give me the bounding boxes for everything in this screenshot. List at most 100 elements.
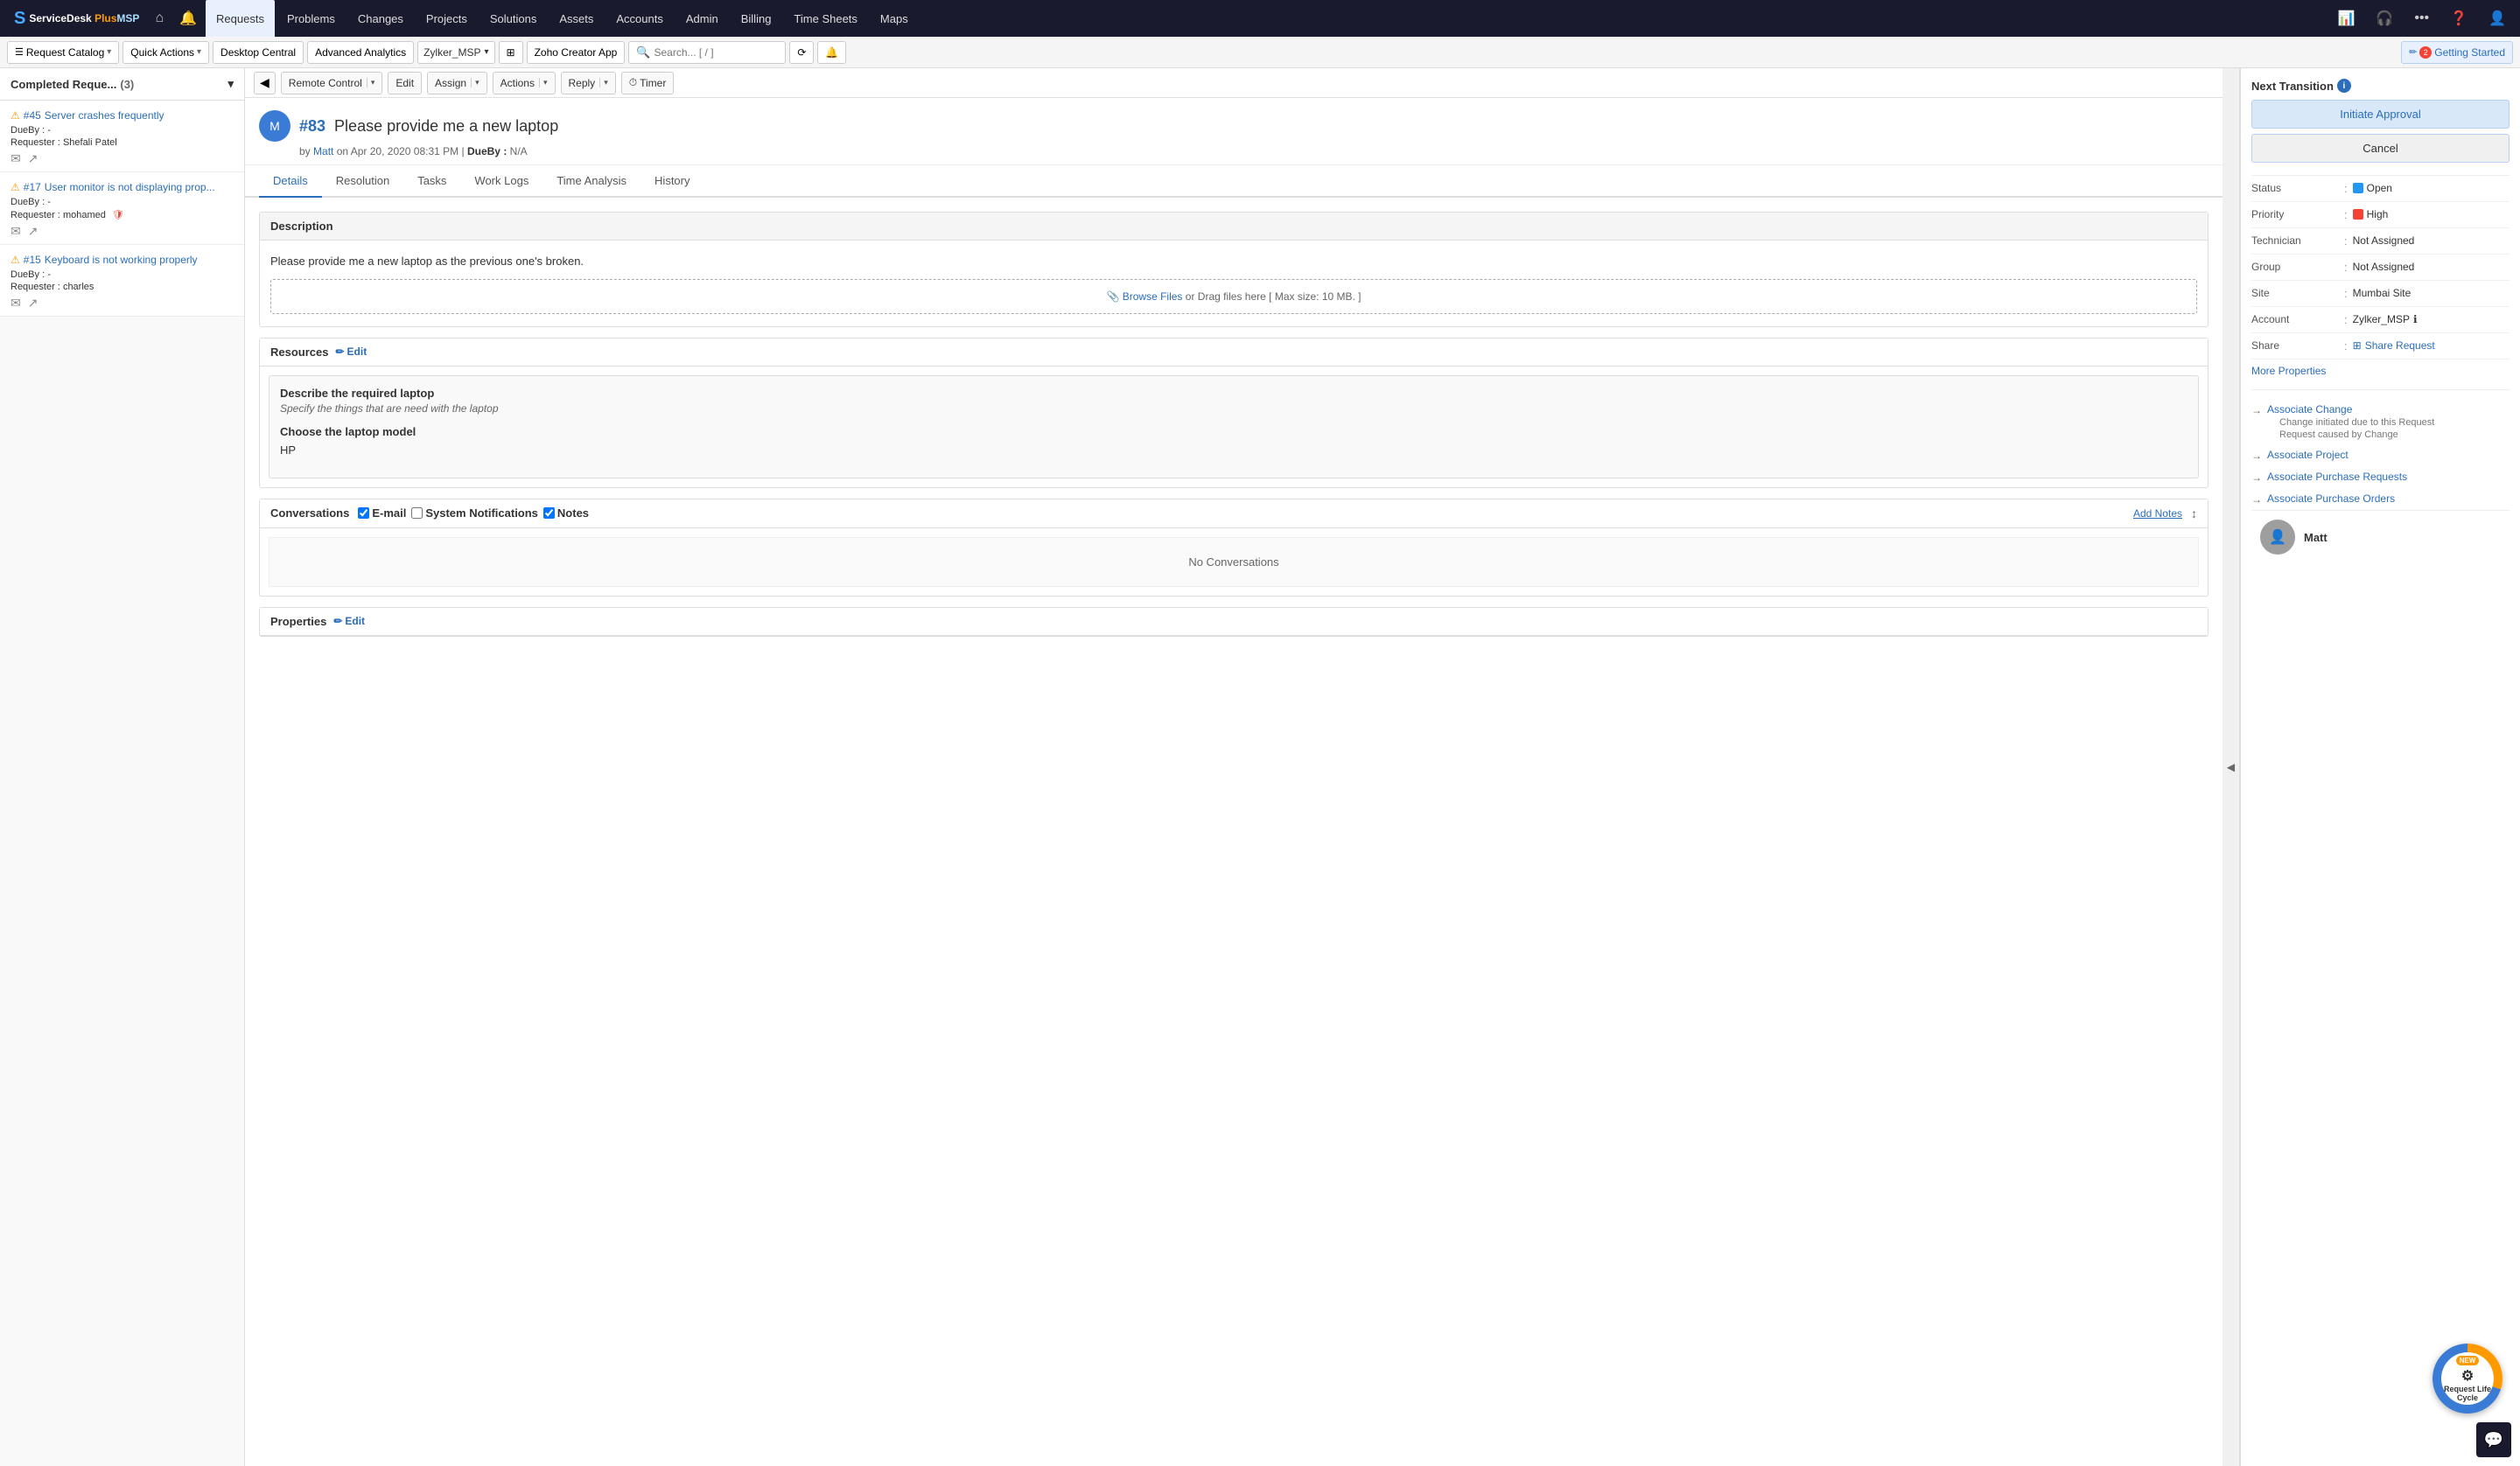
search-input[interactable] [654, 46, 777, 59]
notes-filter-label[interactable]: Notes [543, 506, 589, 520]
link-icon-17[interactable]: ↗ [28, 224, 38, 239]
ticket-due-17: DueBy : - [10, 197, 234, 207]
sort-icon[interactable]: ↕ [2191, 506, 2197, 520]
timer-btn[interactable]: ⏱ Timer [621, 72, 675, 94]
assoc-purchase-orders-link[interactable]: Associate Purchase Orders [2267, 492, 2395, 505]
tab-details[interactable]: Details [259, 165, 322, 198]
assoc-change-link[interactable]: Associate Change [2267, 403, 2434, 415]
reply-btn[interactable]: Reply ▾ [561, 72, 616, 94]
actions-btn[interactable]: Actions ▾ [493, 72, 556, 94]
center-panel: ◀ Remote Control ▾ Edit Assign ▾ Actions… [245, 68, 2222, 1466]
assoc-arrow-4: → [2251, 493, 2262, 506]
nav-problems[interactable]: Problems [276, 0, 346, 37]
back-button[interactable]: ◀ [254, 72, 276, 94]
ticket-item-17[interactable]: ⚠ #17 User monitor is not displaying pro… [0, 172, 244, 245]
user-icon[interactable]: 👤 [2482, 4, 2513, 32]
instance-selector[interactable]: Zylker_MSP ▾ [417, 41, 494, 64]
ticket-item-15[interactable]: ⚠ #15 Keyboard is not working properly D… [0, 245, 244, 317]
prop-val-share[interactable]: ⊞ Share Request [2353, 339, 2435, 352]
properties-section: Properties ✏ Edit [259, 607, 2208, 637]
account-info-icon[interactable]: ℹ [2413, 313, 2418, 325]
due-label: DueBy : [467, 145, 507, 157]
headset-icon[interactable]: 🎧 [2369, 4, 2400, 32]
sync-btn[interactable]: ⟳ [789, 41, 814, 64]
more-properties-link[interactable]: More Properties [2251, 365, 2510, 377]
ticket-req-45: Requester : Shefali Patel [10, 137, 234, 148]
conv-header: Conversations E-mail System Notification… [260, 499, 2208, 528]
app-logo[interactable]: S ServiceDesk PlusMSP [7, 9, 146, 29]
resources-edit-link[interactable]: ✏ Edit [335, 346, 367, 358]
nav-projects[interactable]: Projects [416, 0, 478, 37]
prop-val-priority: High [2353, 208, 2389, 220]
nav-admin[interactable]: Admin [676, 0, 729, 37]
sys-notif-checkbox[interactable] [411, 507, 423, 519]
collapse-panel-btn[interactable]: ◀ [2222, 68, 2240, 1466]
assoc-arrow-3: → [2251, 471, 2262, 484]
chat-button[interactable]: 💬 [2476, 1422, 2511, 1457]
notes-checkbox[interactable] [543, 507, 555, 519]
nav-accounts[interactable]: Accounts [606, 0, 673, 37]
ticket-item-45[interactable]: ⚠ #45 Server crashes frequently DueBy : … [0, 101, 244, 172]
email-filter-label[interactable]: E-mail [358, 506, 406, 520]
request-avatar: M [259, 110, 290, 142]
add-notes-btn[interactable]: Add Notes [2133, 507, 2182, 520]
tab-bar: Details Resolution Tasks Work Logs Time … [245, 165, 2222, 198]
shield-icon-17: 🛡 [112, 210, 124, 220]
search-box[interactable]: 🔍 [628, 41, 786, 64]
nav-billing[interactable]: Billing [731, 0, 782, 37]
zoho-creator-btn[interactable]: Zoho Creator App [527, 41, 626, 64]
properties-edit-link[interactable]: ✏ Edit [333, 615, 365, 627]
quick-actions-btn[interactable]: Quick Actions ▾ [122, 41, 209, 64]
content-area: Description Please provide me a new lapt… [245, 198, 2222, 661]
tab-worklogs[interactable]: Work Logs [460, 165, 542, 198]
lifecycle-badge[interactable]: NEW ⚙ Request Life Cycle [2432, 1344, 2502, 1414]
assign-btn[interactable]: Assign ▾ [427, 72, 487, 94]
desktop-central-btn[interactable]: Desktop Central [213, 41, 304, 64]
chart-icon[interactable]: 📊 [2331, 4, 2362, 32]
panel-dropdown-icon[interactable]: ▾ [228, 77, 234, 91]
tab-resolution[interactable]: Resolution [322, 165, 403, 198]
nav-requests[interactable]: Requests [206, 0, 275, 37]
author-link[interactable]: Matt [313, 145, 333, 157]
nav-assets[interactable]: Assets [549, 0, 604, 37]
email-icon-17[interactable]: ✉ [10, 224, 21, 239]
browse-files-link[interactable]: Browse Files [1123, 290, 1183, 303]
email-icon-15[interactable]: ✉ [10, 296, 21, 311]
bell-btn[interactable]: 🔔 [817, 41, 846, 64]
help-icon[interactable]: ❓ [2443, 4, 2474, 32]
initiate-approval-btn[interactable]: Initiate Approval [2251, 100, 2510, 129]
request-date: Apr 20, 2020 08:31 PM [351, 145, 458, 157]
nav-maps[interactable]: Maps [870, 0, 919, 37]
getting-started-btn[interactable]: ✏ 2 Getting Started [2401, 41, 2513, 64]
email-icon-45[interactable]: ✉ [10, 151, 21, 166]
edit-btn[interactable]: Edit [388, 72, 422, 94]
due-value: N/A [510, 145, 528, 157]
tab-history[interactable]: History [640, 165, 704, 198]
nav-solutions[interactable]: Solutions [480, 0, 547, 37]
email-checkbox[interactable] [358, 507, 369, 519]
more-icon[interactable]: ••• [2407, 5, 2436, 31]
remote-control-btn[interactable]: Remote Control ▾ [281, 72, 383, 94]
catalog-btn[interactable]: ☰ Request Catalog ▾ [7, 41, 119, 64]
info-icon[interactable]: i [2337, 79, 2351, 93]
grid-view-btn[interactable]: ⊞ [499, 41, 523, 64]
home-icon[interactable]: ⌂ [148, 5, 171, 31]
tab-time-analysis[interactable]: Time Analysis [542, 165, 640, 198]
nav-changes[interactable]: Changes [347, 0, 414, 37]
nav-timesheets[interactable]: Time Sheets [783, 0, 868, 37]
conv-filter: E-mail System Notifications Notes [358, 506, 589, 520]
notification-icon[interactable]: 🔔 [172, 4, 204, 32]
assoc-project-link[interactable]: Associate Project [2267, 449, 2348, 461]
tab-tasks[interactable]: Tasks [403, 165, 460, 198]
link-icon-15[interactable]: ↗ [28, 296, 38, 311]
prop-val-account: Zylker_MSP ℹ [2353, 313, 2418, 325]
sys-notif-filter-label[interactable]: System Notifications [411, 506, 538, 520]
on-label: on [337, 145, 351, 157]
by-label: by [299, 145, 311, 157]
assoc-purchase-requests-link[interactable]: Associate Purchase Requests [2267, 471, 2407, 483]
assoc-purchase-requests: → Associate Purchase Requests [2251, 466, 2510, 488]
file-drop-area[interactable]: 📎 Browse Files or Drag files here [ Max … [270, 279, 2197, 314]
advanced-analytics-btn[interactable]: Advanced Analytics [307, 41, 414, 64]
cancel-btn[interactable]: Cancel [2251, 134, 2510, 163]
link-icon-45[interactable]: ↗ [28, 151, 38, 166]
